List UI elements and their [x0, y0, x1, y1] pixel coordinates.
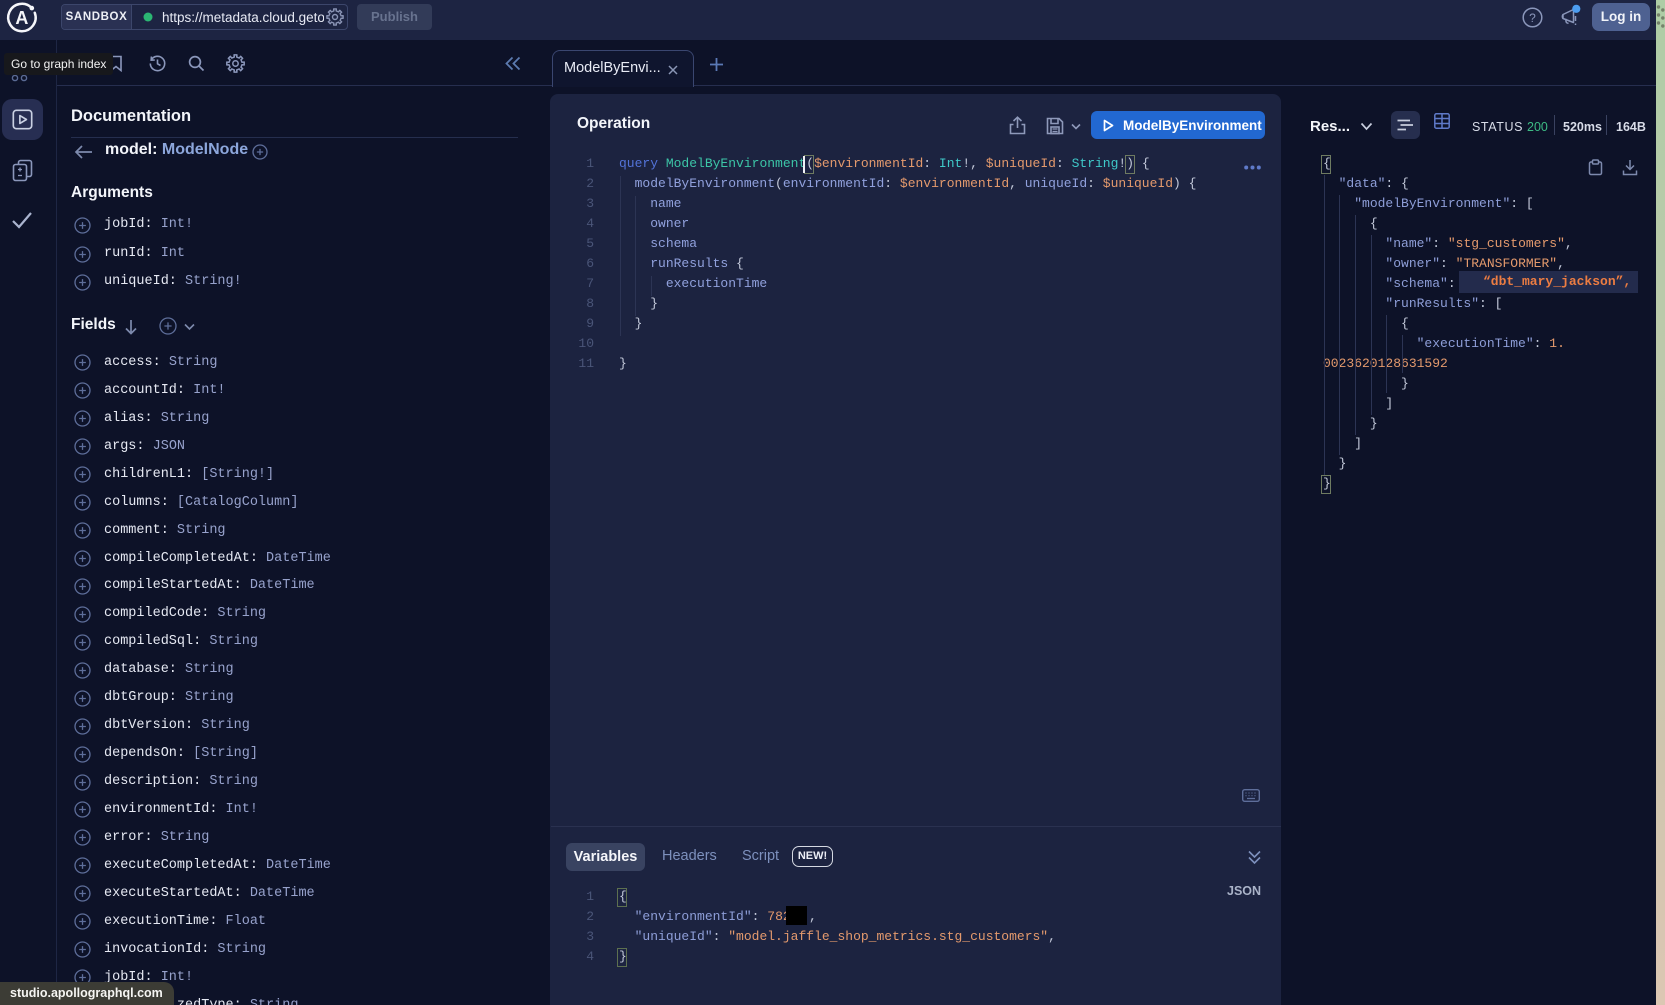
svg-text:?: ?: [1529, 11, 1536, 25]
svg-text:A: A: [15, 8, 28, 28]
